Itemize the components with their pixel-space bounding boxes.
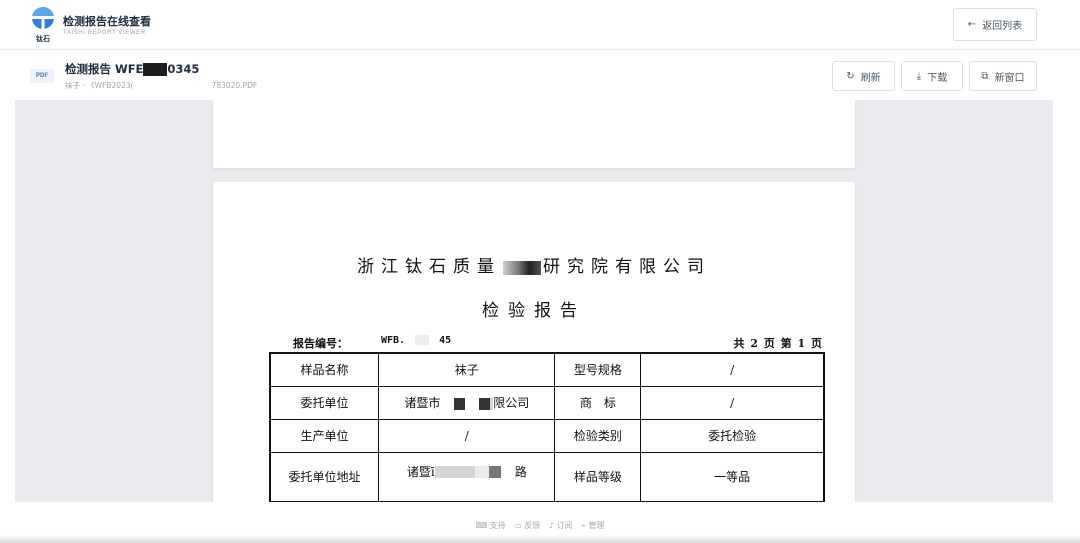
footer-feedback-link[interactable]: ▭ 反馈 — [514, 521, 540, 530]
file-meta: 袜子 · 《WFB2023( 783020.PDF — [65, 80, 257, 91]
footer-manage-label: 管理 — [588, 521, 605, 530]
redaction-block — [143, 62, 168, 76]
company-name-right: 研究院有限公司 — [543, 257, 711, 277]
back-to-list-button[interactable]: ← 返回列表 — [953, 8, 1037, 41]
table-cell-label: 样品名称 — [269, 352, 380, 387]
table-cell-label: 生产单位 — [269, 418, 380, 453]
new-window-label: 新窗口 — [994, 72, 1025, 84]
file-bar: PDF 检测报告 WFE 0345 袜子 · 《WFB2023( 783020.P… — [0, 51, 1080, 100]
report-number-prefix: WFB. — [381, 335, 406, 346]
redaction-blur — [415, 335, 430, 345]
table-cell-value: 一等品 — [640, 451, 825, 502]
file-title-suffix: 0345 — [167, 62, 200, 76]
table-cell-value: / — [378, 418, 556, 453]
download-button[interactable]: ⤓ 下载 — [901, 61, 963, 91]
pdf-viewer[interactable]: 浙江钛石质量 研究院有限公司 检验报告 报告编号： WFB. 45 共 2 页 第 … — [15, 100, 1053, 502]
address-end: 路 — [514, 464, 527, 479]
app-subtitle: TAISHI REPORT VIEWER — [63, 30, 146, 36]
client-name-start: 诸暨市 — [404, 396, 441, 410]
file-meta-left: 袜子 · 《WFB2023( — [65, 81, 134, 90]
footer-subscribe-link[interactable]: ♪ 订阅 — [549, 521, 573, 530]
redaction-blur — [503, 260, 541, 275]
external-link-icon: ⧉ — [981, 70, 989, 82]
download-icon: ⤓ — [916, 70, 922, 82]
footer-subscribe-label: 订阅 — [556, 521, 573, 530]
table-cell-value: 诸暨ī 路 — [378, 451, 556, 502]
support-icon: ⌨ — [475, 521, 488, 530]
feedback-icon: ▭ — [514, 521, 522, 530]
client-name-end: 限公司 — [493, 396, 530, 410]
logo-text: 钛石 — [36, 34, 50, 43]
table-cell-label: 样品等级 — [554, 451, 642, 502]
table-row: 委托单位 诸暨市 限公司 商 标 / — [269, 385, 825, 420]
bottom-shadow — [0, 535, 1080, 543]
report-table: 样品名称 袜子 型号规格 / 委托单位 诸暨市 限公司 商 标 / 生产单位 /… — [269, 352, 825, 502]
arrow-left-icon: ← — [967, 19, 977, 30]
file-title-prefix: 检测报告 WFE — [65, 62, 144, 76]
bell-icon: ♪ — [548, 521, 554, 530]
table-cell-value: / — [640, 385, 825, 420]
redaction-block — [479, 397, 491, 410]
back-to-list-label: 返回列表 — [982, 21, 1023, 32]
new-window-button[interactable]: ⧉ 新窗口 — [969, 61, 1037, 91]
pdf-page-current: 浙江钛石质量 研究院有限公司 检验报告 报告编号： WFB. 45 共 2 页 第 … — [213, 182, 855, 502]
footer-manage-link[interactable]: ⌁ 管理 — [581, 521, 604, 530]
file-meta-right: 783020.PDF — [211, 81, 258, 90]
footer-feedback-label: 反馈 — [524, 521, 541, 530]
address-start: 诸暨ī — [406, 464, 435, 479]
footer-support-label: 支持 — [489, 521, 506, 530]
table-cell-label: 委托单位地址 — [269, 451, 380, 502]
table-row: 委托单位地址 诸暨ī 路 样品等级 一等品 — [269, 451, 825, 502]
redaction-blur — [434, 466, 475, 478]
footer-links: ⌨ 支持 ▭ 反馈 ♪ 订阅 ⌁ 管理 — [0, 520, 1080, 531]
company-name-left: 浙江钛石质量 — [357, 257, 501, 277]
table-row: 生产单位 / 检验类别 委托检验 — [269, 418, 825, 453]
refresh-button[interactable]: ↻ 刷新 — [832, 61, 895, 91]
table-cell-label: 检验类别 — [554, 418, 642, 453]
report-number-suffix: 45 — [439, 335, 452, 346]
pdf-page-previous — [213, 100, 855, 168]
taishi-logo: 钛石 — [32, 7, 54, 43]
report-title: 检验报告 — [482, 301, 586, 321]
table-cell-value: 袜子 — [378, 352, 556, 387]
refresh-label: 刷新 — [860, 72, 881, 84]
report-number-value: WFB. 45 — [381, 335, 451, 346]
report-number-label: 报告编号： — [293, 337, 348, 350]
table-cell-value: / — [640, 352, 825, 387]
page-count: 共 2 页 第 1 页 — [733, 337, 823, 350]
table-cell-value: 委托检验 — [640, 418, 825, 453]
app-title: 检测报告在线查看 — [63, 15, 151, 28]
pdf-file-icon: PDF — [30, 69, 54, 83]
company-name: 浙江钛石质量 研究院有限公司 — [213, 252, 855, 277]
file-title: 检测报告 WFE 0345 — [65, 61, 199, 77]
table-cell-label: 委托单位 — [269, 385, 380, 420]
refresh-icon: ↻ — [846, 70, 855, 82]
chart-icon: ⌁ — [581, 521, 586, 530]
top-header: 钛石 检测报告在线查看 TAISHI REPORT VIEWER ← 返回列表 — [0, 0, 1080, 50]
footer-support-link[interactable]: ⌨ 支持 — [476, 521, 506, 530]
redaction-block — [454, 397, 466, 410]
table-cell-label: 型号规格 — [554, 352, 642, 387]
table-cell-label: 商 标 — [554, 385, 642, 420]
download-label: 下载 — [927, 72, 948, 84]
table-row: 样品名称 袜子 型号规格 / — [269, 352, 825, 387]
table-cell-value: 诸暨市 限公司 — [378, 385, 556, 420]
